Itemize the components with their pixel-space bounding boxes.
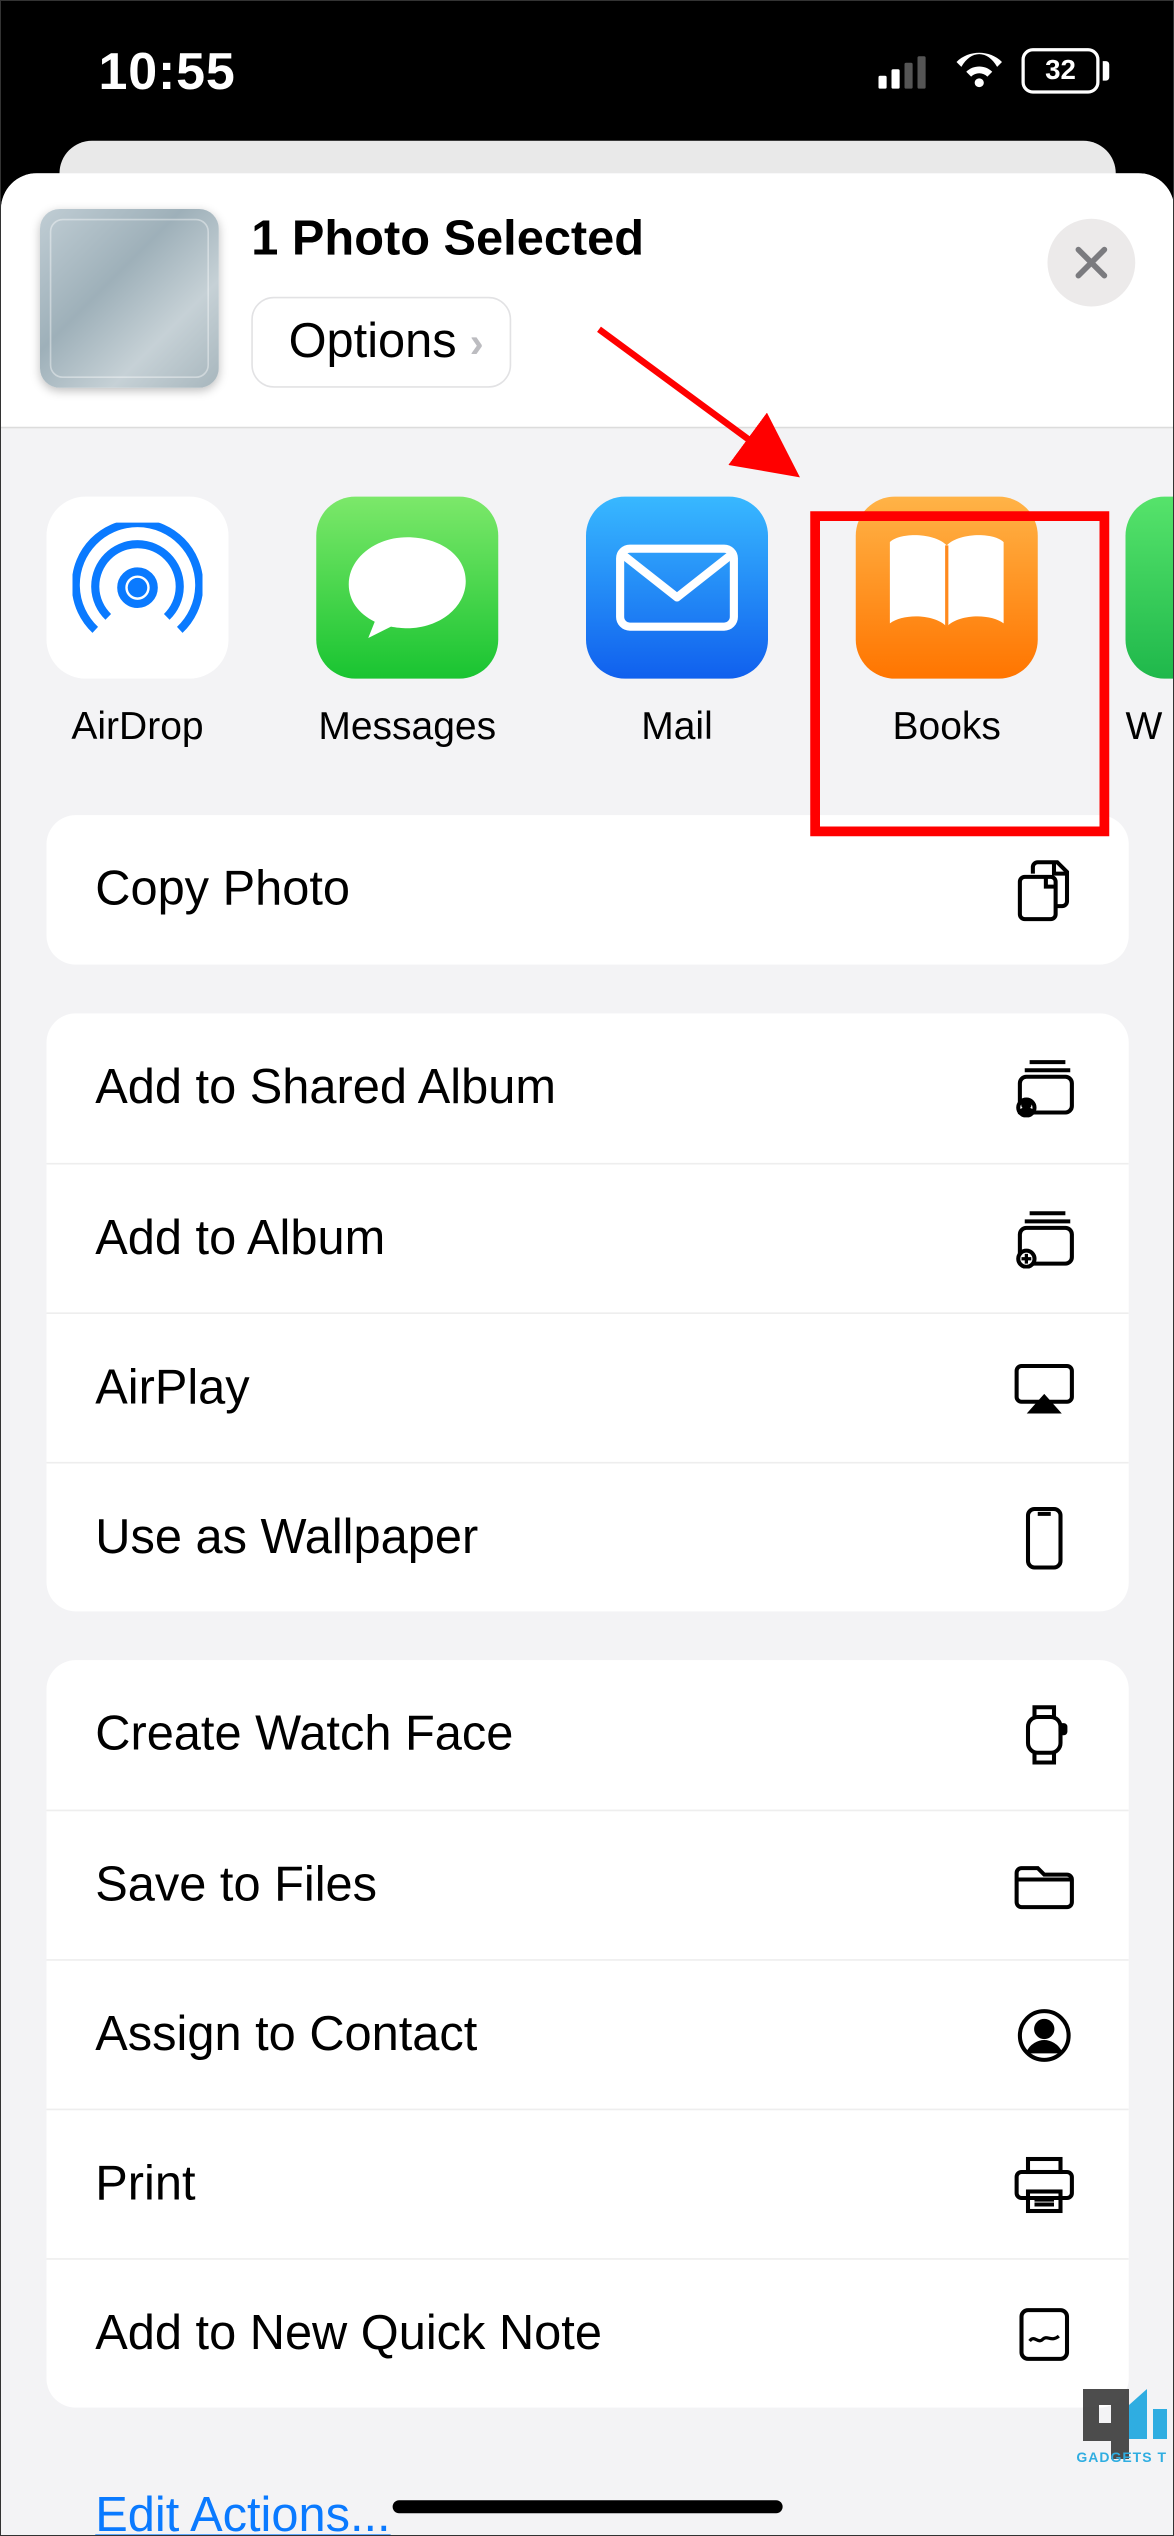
chevron-right-icon: › [470,317,484,367]
app-label: Messages [318,705,496,751]
action-airplay[interactable]: AirPlay [47,1312,1129,1462]
action-copy-photo[interactable]: Copy Photo [47,815,1129,965]
options-button[interactable]: Options › [251,297,511,388]
watermark-text: GADGETS T [1076,2449,1167,2465]
shared-album-icon [1009,1059,1081,1118]
action-label: AirPlay [95,1360,249,1415]
whatsapp-icon [1126,497,1174,679]
action-group-2: Add to Shared Album Add to Album AirPlay [47,1013,1129,1611]
cellular-icon [879,53,938,89]
action-assign-contact[interactable]: Assign to Contact [47,1959,1129,2109]
action-quick-note[interactable]: Add to New Quick Note [47,2258,1129,2408]
action-print[interactable]: Print [47,2109,1129,2259]
action-label: Save to Files [95,1858,377,1913]
close-icon [1072,243,1111,282]
app-label: Mail [641,705,713,751]
action-save-files[interactable]: Save to Files [47,1810,1129,1960]
share-title: 1 Photo Selected [251,212,1015,267]
options-label: Options [289,315,457,370]
app-messages[interactable]: Messages [316,497,498,751]
share-apps-row[interactable]: AirDrop Messages Mail Books [1,428,1174,815]
printer-icon [1009,2155,1081,2214]
album-icon [1009,1209,1081,1268]
action-label: Print [95,2157,195,2212]
app-label: Books [893,705,1001,751]
action-label: Copy Photo [95,862,350,917]
phone-icon [1009,1505,1081,1570]
edit-actions-link[interactable]: Edit Actions... [47,2456,1129,2536]
action-group-3: Create Watch Face Save to Files Assign t… [47,1660,1129,2408]
action-label: Assign to Contact [95,2007,477,2062]
app-label: AirDrop [71,705,203,751]
share-sheet: 1 Photo Selected Options › AirDrop [1,173,1174,2536]
app-mail[interactable]: Mail [586,497,768,751]
close-button[interactable] [1048,219,1136,307]
action-label: Add to Album [95,1211,385,1266]
watermark: GADGETS T [1063,2379,1173,2469]
copy-icon [1009,857,1081,922]
mail-icon [586,497,768,679]
watch-icon [1009,1702,1081,1767]
action-watch-face[interactable]: Create Watch Face [47,1660,1129,1810]
status-bar: 10:55 32 [1,1,1174,141]
status-time: 10:55 [99,41,236,101]
app-airdrop[interactable]: AirDrop [47,497,229,751]
airplay-icon [1009,1360,1081,1415]
folder-icon [1009,1859,1081,1911]
person-circle-icon [1009,2005,1081,2064]
battery-level: 32 [1022,48,1100,94]
app-whatsapp[interactable]: W [1126,497,1174,751]
share-sheet-header: 1 Photo Selected Options › [1,173,1174,428]
action-add-shared-album[interactable]: Add to Shared Album [47,1013,1129,1163]
note-icon [1009,2304,1081,2363]
messages-icon [316,497,498,679]
photo-thumbnail[interactable] [40,209,219,388]
action-label: Create Watch Face [95,1707,513,1762]
books-icon [856,497,1038,679]
app-books[interactable]: Books [856,497,1038,751]
battery-indicator: 32 [1022,48,1110,94]
action-add-album[interactable]: Add to Album [47,1163,1129,1313]
action-label: Add to Shared Album [95,1061,556,1116]
wifi-icon [953,51,1005,90]
action-group-1: Copy Photo [47,815,1129,965]
action-label: Add to New Quick Note [95,2306,602,2361]
home-indicator[interactable] [393,2500,783,2513]
action-label: Use as Wallpaper [95,1510,478,1565]
app-label: W [1126,705,1174,751]
airdrop-icon [47,497,229,679]
action-wallpaper[interactable]: Use as Wallpaper [47,1462,1129,1612]
